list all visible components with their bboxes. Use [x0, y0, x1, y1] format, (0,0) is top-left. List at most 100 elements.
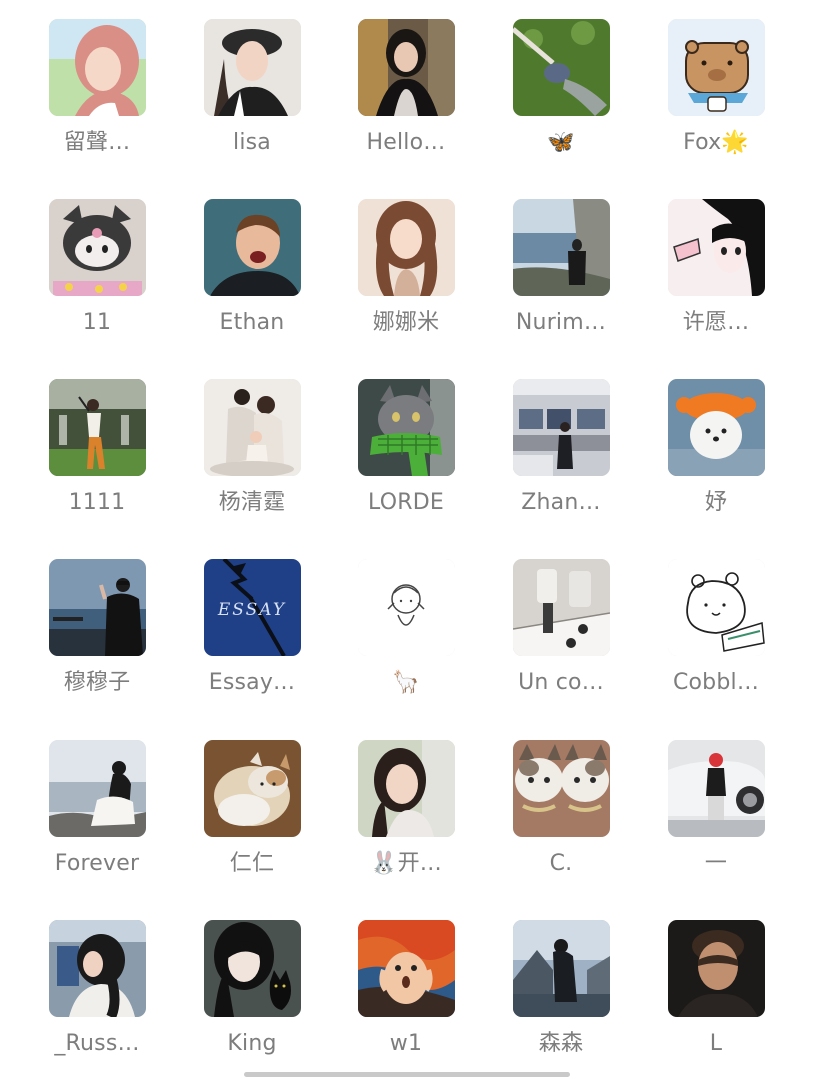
member-tile[interactable]: 🦋	[486, 19, 636, 189]
member-tile[interactable]: lisa	[177, 19, 327, 189]
hamster-scream-avatar	[358, 920, 455, 1017]
svg-text:ESSAY: ESSAY	[217, 600, 286, 620]
doll-girl-avatar	[358, 199, 455, 296]
member-name: lisa	[233, 130, 271, 155]
member-avatar[interactable]	[513, 740, 610, 837]
member-tile[interactable]: 11	[22, 199, 172, 369]
member-avatar[interactable]	[204, 199, 301, 296]
member-name: 杨清霆	[218, 490, 286, 515]
member-avatar[interactable]	[668, 559, 765, 656]
member-name: 11	[82, 310, 112, 335]
member-avatar[interactable]	[358, 559, 455, 656]
member-avatar[interactable]	[49, 559, 146, 656]
group-members-grid: 留聲… lisa Hello… 🦋 Fox🌟 11 Ethan 娜娜米 Nuri…	[0, 0, 814, 1080]
capybara-cartoon-avatar	[668, 19, 765, 116]
member-tile[interactable]: 1111	[22, 379, 172, 549]
member-avatar[interactable]	[49, 199, 146, 296]
member-avatar[interactable]	[358, 920, 455, 1017]
member-tile[interactable]: King	[177, 920, 327, 1090]
member-tile[interactable]: 杨清霆	[177, 379, 327, 549]
member-avatar[interactable]	[668, 19, 765, 116]
person-lying-on-grass-avatar	[513, 19, 610, 116]
manga-girl-avatar	[668, 199, 765, 296]
kuromi-plush-avatar	[49, 199, 146, 296]
family-photo-avatar	[204, 379, 301, 476]
member-tile[interactable]: 穆穆子	[22, 559, 172, 729]
member-avatar[interactable]	[204, 19, 301, 116]
member-name: Un co…	[518, 670, 604, 695]
member-tile[interactable]: 森森	[486, 920, 636, 1090]
member-name: 穆穆子	[63, 670, 131, 695]
member-avatar[interactable]	[668, 379, 765, 476]
member-avatar[interactable]	[358, 379, 455, 476]
member-tile[interactable]: LORDE	[331, 379, 481, 549]
member-tile[interactable]: 妤	[641, 379, 791, 549]
member-tile[interactable]: Nurim…	[486, 199, 636, 369]
member-avatar[interactable]	[513, 19, 610, 116]
girl-long-hair-store-avatar	[358, 19, 455, 116]
man-dark-portrait-avatar	[668, 920, 765, 1017]
member-tile[interactable]: Un co…	[486, 559, 636, 729]
member-tile[interactable]: 🐰开…	[331, 740, 481, 910]
member-avatar[interactable]	[49, 740, 146, 837]
member-avatar[interactable]	[204, 920, 301, 1017]
member-name: C.	[549, 851, 573, 876]
member-name: King	[227, 1031, 277, 1056]
child-by-car-avatar	[668, 740, 765, 837]
member-tile[interactable]: 留聲…	[22, 19, 172, 189]
member-tile[interactable]: 🦙	[331, 559, 481, 729]
member-name: 一	[704, 851, 728, 876]
cat-on-bed-avatar	[204, 740, 301, 837]
member-avatar[interactable]: ESSAY	[204, 559, 301, 656]
member-avatar[interactable]	[358, 19, 455, 116]
member-name: 妤	[704, 490, 728, 515]
member-tile[interactable]: Forever	[22, 740, 172, 910]
dog-orange-hat-avatar	[668, 379, 765, 476]
essay-blue-sky-avatar: ESSAY	[204, 559, 301, 656]
member-avatar[interactable]	[513, 379, 610, 476]
member-name: 1111	[68, 490, 126, 515]
member-tile[interactable]: ESSAY Essay…	[177, 559, 327, 729]
member-name: Nurim…	[515, 310, 607, 335]
member-tile[interactable]: L	[641, 920, 791, 1090]
member-tile[interactable]: C.	[486, 740, 636, 910]
woman-portrait-avatar	[358, 740, 455, 837]
member-avatar[interactable]	[513, 559, 610, 656]
member-name: _Russ…	[54, 1031, 140, 1056]
member-tile[interactable]: Cobbl…	[641, 559, 791, 729]
member-avatar[interactable]	[513, 199, 610, 296]
member-tile[interactable]: 娜娜米	[331, 199, 481, 369]
member-name: 森森	[538, 1031, 584, 1056]
member-avatar[interactable]	[668, 199, 765, 296]
anime-girl-pink-hair-avatar	[49, 19, 146, 116]
member-avatar[interactable]	[204, 740, 301, 837]
member-name: LORDE	[368, 490, 444, 515]
member-avatar[interactable]	[358, 740, 455, 837]
member-tile[interactable]: 仁仁	[177, 740, 327, 910]
member-tile[interactable]: Hello…	[331, 19, 481, 189]
member-name: Cobbl…	[672, 670, 760, 695]
member-name: w1	[389, 1031, 423, 1056]
member-name: Fox🌟	[683, 130, 749, 155]
member-avatar[interactable]	[49, 920, 146, 1017]
member-tile[interactable]: Ethan	[177, 199, 327, 369]
cat-green-scarf-avatar	[358, 379, 455, 476]
member-tile[interactable]: Fox🌟	[641, 19, 791, 189]
member-tile[interactable]: 许愿…	[641, 199, 791, 369]
member-tile[interactable]: _Russ…	[22, 920, 172, 1090]
member-avatar[interactable]	[49, 19, 146, 116]
line-doodle-girl-avatar	[358, 559, 455, 656]
member-name: Forever	[54, 851, 140, 876]
woman-on-balcony-avatar	[49, 559, 146, 656]
member-tile[interactable]: w1	[331, 920, 481, 1090]
member-avatar[interactable]	[668, 740, 765, 837]
member-avatar[interactable]	[358, 199, 455, 296]
office-room-avatar	[513, 379, 610, 476]
member-avatar[interactable]	[49, 379, 146, 476]
member-avatar[interactable]	[204, 379, 301, 476]
home-indicator	[244, 1072, 570, 1077]
member-avatar[interactable]	[668, 920, 765, 1017]
member-tile[interactable]: Zhan…	[486, 379, 636, 549]
member-tile[interactable]: 一	[641, 740, 791, 910]
member-avatar[interactable]	[513, 920, 610, 1017]
